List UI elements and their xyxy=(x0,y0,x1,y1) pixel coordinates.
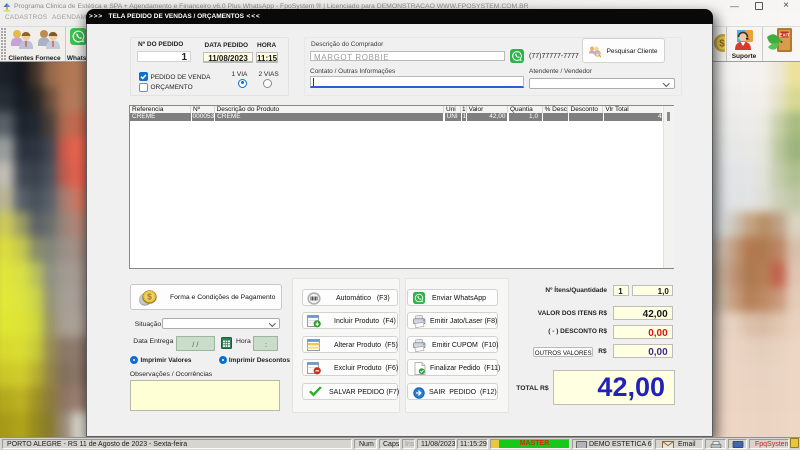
svg-text:$: $ xyxy=(719,39,725,50)
svg-text:$: $ xyxy=(147,292,152,302)
svg-text:EXIT: EXIT xyxy=(779,32,789,37)
